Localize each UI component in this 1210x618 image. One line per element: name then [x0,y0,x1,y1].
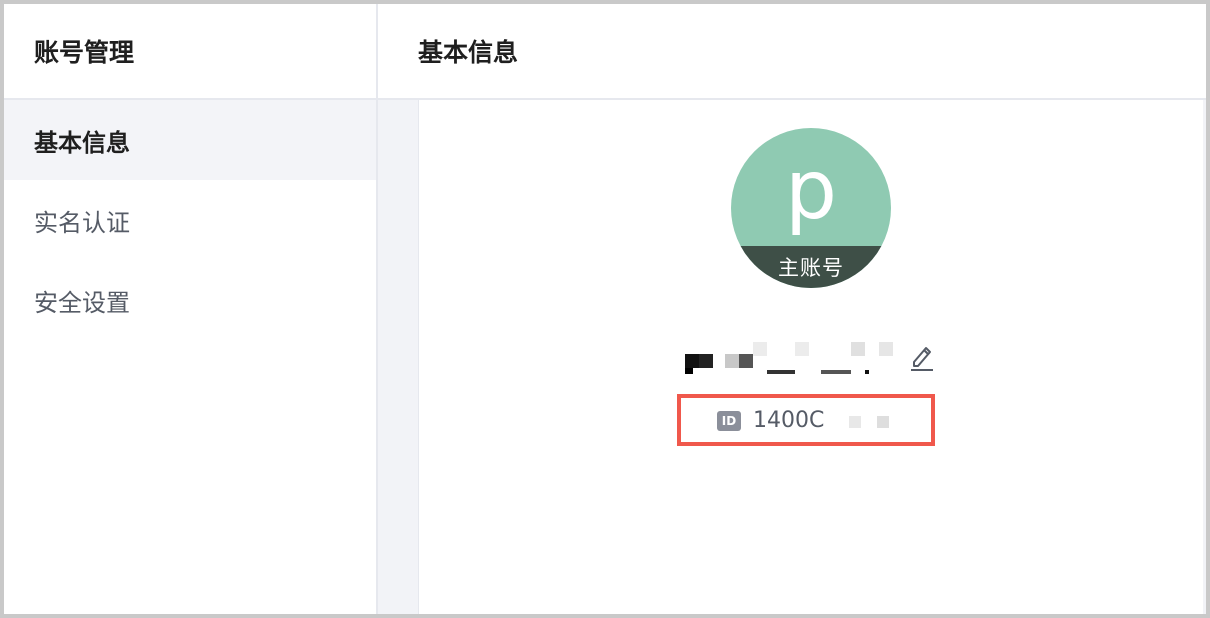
sidebar-item-basic-info[interactable]: 基本信息 [4,100,376,180]
redaction-pixel [767,370,795,374]
avatar-letter: p [784,143,838,238]
redaction-pixel [879,342,893,356]
app-window: 账号管理 基本信息 实名认证 安全设置 基本信息 p 主账号 ID 1400C [4,4,1206,614]
redaction-pixel [849,416,861,428]
redaction-pixel [685,354,699,368]
account-id-value: 1400C [753,408,825,433]
sidebar: 账号管理 基本信息 实名认证 安全设置 [4,4,378,614]
pencil-icon[interactable] [909,342,935,372]
main-panel: 基本信息 p 主账号 ID 1400C [378,4,1206,614]
redaction-pixel [699,354,713,368]
redaction-pixel [685,368,693,374]
page-title: 基本信息 [378,4,1206,100]
redaction-pixel [865,370,869,374]
sidebar-item-real-name-auth[interactable]: 实名认证 [4,180,376,260]
id-badge-icon: ID [717,411,741,431]
redaction-pixel [739,354,753,368]
redaction-pixel [877,416,889,428]
content-area: p 主账号 ID 1400C [378,100,1206,614]
redaction-pixel [753,342,767,356]
redaction-pixel [851,342,865,356]
redaction-pixel [821,370,851,374]
profile-card: p 主账号 ID 1400C [418,100,1203,614]
account-id-highlight: ID 1400C [677,394,935,446]
redaction-pixel [795,342,809,356]
sidebar-title: 账号管理 [4,4,376,100]
avatar[interactable]: p 主账号 [731,128,891,288]
main-account-badge: 主账号 [731,246,891,288]
sidebar-item-security-settings[interactable]: 安全设置 [4,260,376,340]
account-name-row [681,340,941,380]
redaction-pixel [725,354,739,368]
